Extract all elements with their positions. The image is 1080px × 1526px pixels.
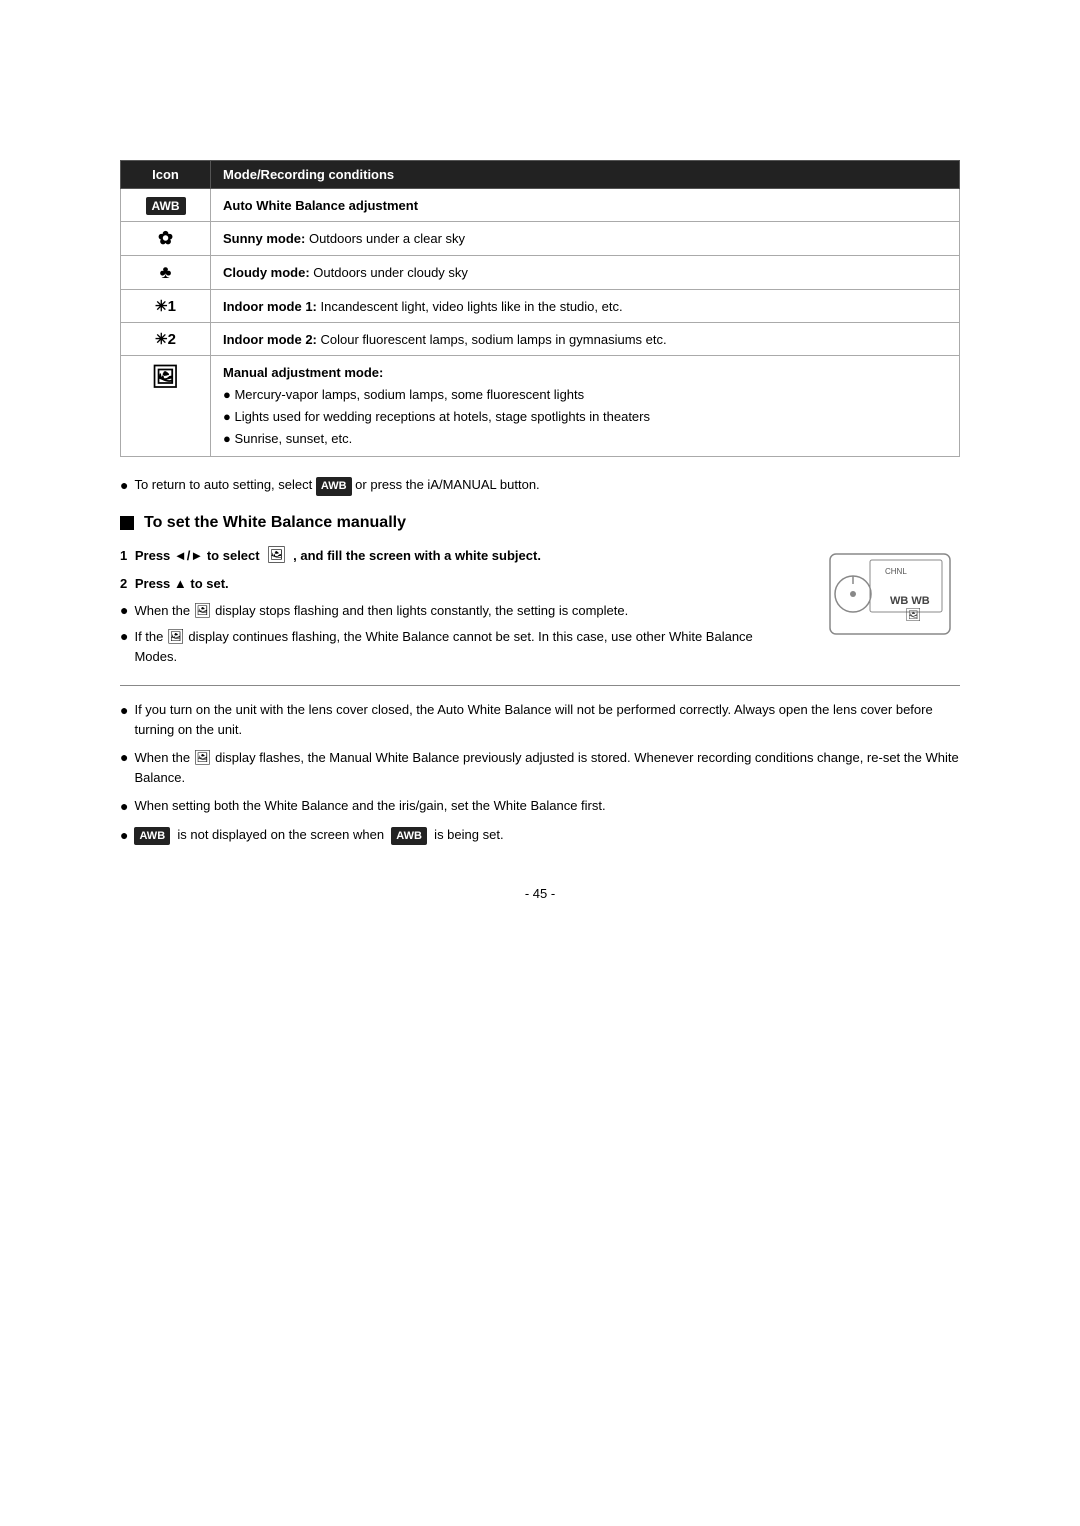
table-header-icon: Icon <box>121 161 211 189</box>
table-row: ✿ Sunny mode: Outdoors under a clear sky <box>121 222 960 256</box>
table-row: ✳1 Indoor mode 1: Incandescent light, vi… <box>121 290 960 323</box>
icon-sunny: ✿ <box>121 222 211 256</box>
svg-text:CHNL: CHNL <box>885 567 907 576</box>
camera-svg: CHNL WB WB 🖼 <box>790 544 960 659</box>
bottom-note-1: ● If you turn on the unit with the lens … <box>120 700 960 739</box>
manual-wb-icon: 🖼 <box>266 547 286 564</box>
icon-cloudy: ♣ <box>121 256 211 290</box>
page-number: - 45 - <box>120 886 960 901</box>
auto-return-note: ● To return to auto setting, select AWB … <box>120 475 960 496</box>
table-row: 🖼 Manual adjustment mode: ● Mercury-vapo… <box>121 356 960 457</box>
white-balance-table: Icon Mode/Recording conditions AWB Auto … <box>120 160 960 457</box>
desc-manual: Manual adjustment mode: ● Mercury-vapor … <box>211 356 960 457</box>
step-bullet-1: ● When the 🖼 display stops flashing and … <box>120 600 770 621</box>
step-2: 2 Press ▲ to set. <box>120 574 770 594</box>
icon-indoor2: ✳2 <box>121 323 211 356</box>
table-row: ♣ Cloudy mode: Outdoors under cloudy sky <box>121 256 960 290</box>
desc-sunny: Sunny mode: Outdoors under a clear sky <box>211 222 960 256</box>
black-square-icon <box>120 516 134 530</box>
divider <box>120 685 960 686</box>
desc-indoor1: Indoor mode 1: Incandescent light, video… <box>211 290 960 323</box>
svg-text:WB WB: WB WB <box>890 595 930 607</box>
step-bullet-2: ● If the 🖼 display continues flashing, t… <box>120 626 770 667</box>
icon-manual: 🖼 <box>121 356 211 457</box>
table-header-mode: Mode/Recording conditions <box>211 161 960 189</box>
desc-awb: Auto White Balance adjustment <box>211 189 960 222</box>
steps-content: 1 Press ◄/► to select 🖼 , and fill the s… <box>120 544 770 671</box>
section-title-manual-wb: To set the White Balance manually <box>120 514 960 532</box>
bottom-note-4: ● AWB is not displayed on the screen whe… <box>120 825 960 846</box>
step-1: 1 Press ◄/► to select 🖼 , and fill the s… <box>120 544 770 568</box>
camera-diagram: CHNL WB WB 🖼 <box>790 544 960 659</box>
steps-area: 1 Press ◄/► to select 🖼 , and fill the s… <box>120 544 960 671</box>
bottom-note-3: ● When setting both the White Balance an… <box>120 796 960 817</box>
table-row: AWB Auto White Balance adjustment <box>121 189 960 222</box>
icon-awb: AWB <box>121 189 211 222</box>
table-row: ✳2 Indoor mode 2: Colour fluorescent lam… <box>121 323 960 356</box>
bottom-note-2: ● When the 🖼 display flashes, the Manual… <box>120 747 960 788</box>
icon-indoor1: ✳1 <box>121 290 211 323</box>
desc-cloudy: Cloudy mode: Outdoors under cloudy sky <box>211 256 960 290</box>
svg-text:🖼: 🖼 <box>905 607 922 622</box>
desc-indoor2: Indoor mode 2: Colour fluorescent lamps,… <box>211 323 960 356</box>
